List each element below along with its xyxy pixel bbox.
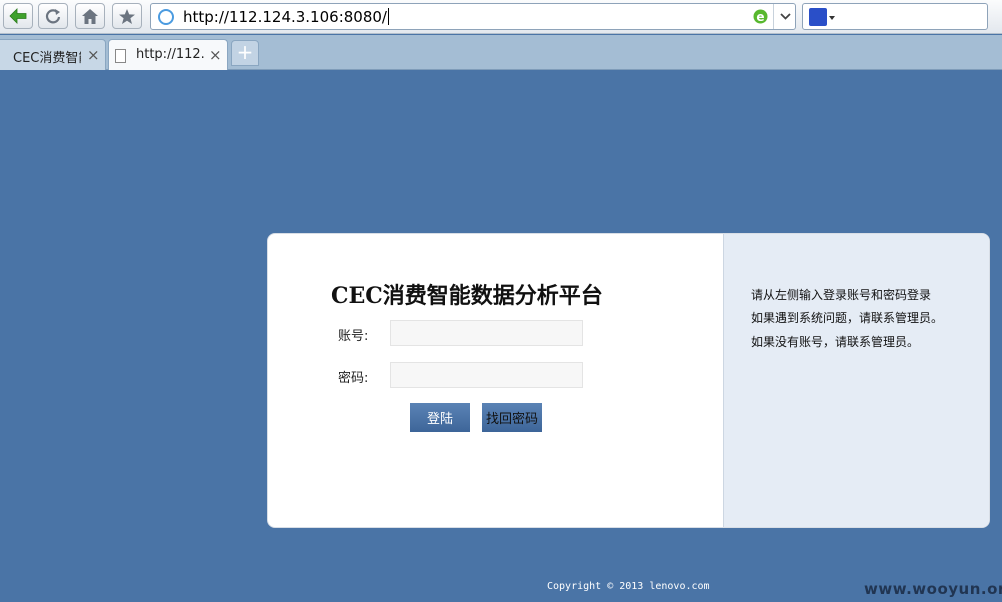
address-text[interactable]: http://112.124.3.106:8080/ xyxy=(183,8,389,26)
password-label: 密码: xyxy=(338,371,369,386)
account-label: 账号: xyxy=(338,329,369,344)
address-dropdown-button[interactable] xyxy=(773,4,796,29)
address-bar[interactable]: http://112.124.3.106:8080/ e xyxy=(150,3,796,30)
site-icon xyxy=(158,9,174,25)
tab-label: http://112.1 xyxy=(136,47,204,62)
page-icon xyxy=(115,49,126,63)
watermark-text: www.wooyun.org xyxy=(864,580,1002,598)
help-panel: 请从左侧输入登录账号和密码登录 如果遇到系统问题，请联系管理员。 如果没有账号，… xyxy=(723,234,989,527)
find-password-button[interactable]: 找回密码 xyxy=(482,403,542,432)
help-line: 请从左侧输入登录账号和密码登录 xyxy=(751,288,932,302)
search-engine-icon[interactable] xyxy=(809,8,827,26)
search-engine-dropdown-icon[interactable] xyxy=(829,16,835,20)
tab-label: CEC消费智能 xyxy=(13,51,81,66)
platform-title: CEC消费智能数据分析平台 xyxy=(331,283,603,309)
favorites-button[interactable] xyxy=(112,3,142,29)
help-line: 如果遇到系统问题，请联系管理员。 xyxy=(751,311,944,325)
close-tab-icon[interactable]: × xyxy=(87,46,100,64)
help-line: 如果没有账号，请联系管理员。 xyxy=(751,335,920,349)
text-caret xyxy=(387,8,389,25)
home-button[interactable] xyxy=(75,3,105,29)
login-card: CEC消费智能数据分析平台 账号: 密码: 登陆 找回密码 请从左侧输入登录账号… xyxy=(267,233,990,528)
password-input[interactable] xyxy=(390,362,583,388)
chevron-down-icon xyxy=(779,13,791,20)
home-icon xyxy=(82,8,98,24)
tab-bar: CEC消费智能 × http://112.1 × + xyxy=(0,35,1002,70)
new-tab-button[interactable]: + xyxy=(231,40,259,66)
close-tab-icon[interactable]: × xyxy=(209,46,222,64)
star-icon xyxy=(119,8,135,24)
ie-compat-icon[interactable]: e xyxy=(752,8,769,25)
back-button[interactable] xyxy=(3,3,33,29)
back-arrow-icon xyxy=(9,8,27,24)
svg-text:e: e xyxy=(756,10,764,24)
search-box[interactable] xyxy=(802,3,988,30)
login-button[interactable]: 登陆 xyxy=(410,403,470,432)
tab-cec[interactable]: CEC消费智能 × xyxy=(0,39,106,70)
tab-current[interactable]: http://112.1 × xyxy=(108,39,228,70)
account-input[interactable] xyxy=(390,320,583,346)
copyright-text: Copyright © 2013 lenovo.com xyxy=(547,581,710,592)
refresh-icon xyxy=(45,9,61,24)
refresh-button[interactable] xyxy=(38,3,68,29)
browser-toolbar: http://112.124.3.106:8080/ e xyxy=(0,0,1002,34)
